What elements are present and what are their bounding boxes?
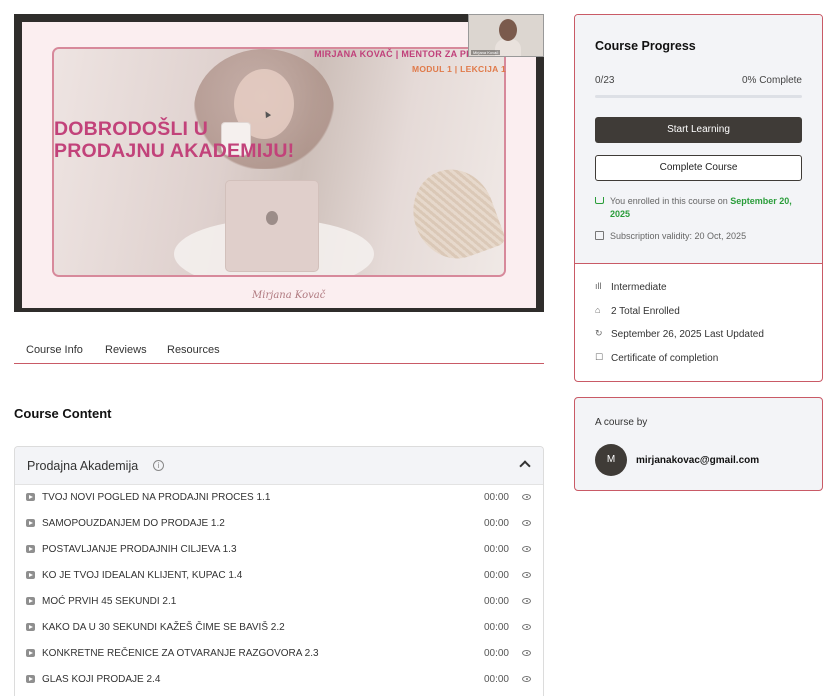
- lesson-row[interactable]: KAKO DA U 30 SEKUNDI KAŽEŠ ČIME SE BAVIŠ…: [15, 615, 543, 641]
- meta-updated: ↻ September 26, 2025 Last Updated: [595, 328, 764, 341]
- tab-course-info[interactable]: Course Info: [26, 344, 83, 361]
- start-learning-button[interactable]: Start Learning: [595, 117, 802, 143]
- meta-enrolled: ⌂ 2 Total Enrolled: [595, 305, 680, 318]
- meta-enrolled-text: 2 Total Enrolled: [611, 306, 680, 317]
- complete-course-button[interactable]: Complete Course: [595, 155, 802, 181]
- meta-level-text: Intermediate: [611, 282, 667, 293]
- eye-icon[interactable]: [522, 650, 531, 656]
- topic-title: Prodajna Akademija: [27, 459, 139, 473]
- meta-updated-text: September 26, 2025 Last Updated: [611, 329, 764, 340]
- slide-heading: DOBRODOŠLI U PRODAJNU AKADEMIJU!: [54, 118, 295, 162]
- course-tabs: Course Info Reviews Resources: [14, 338, 544, 364]
- subscription-validity: Subscription validity: 20 Oct, 2025: [595, 231, 746, 241]
- tab-reviews[interactable]: Reviews: [105, 344, 147, 356]
- refresh-icon: ↻: [595, 328, 603, 338]
- slide-photo: [52, 47, 506, 277]
- lesson-duration: 00:00: [483, 518, 509, 529]
- lesson-title[interactable]: TVOJ NOVI POGLED NA PRODAJNI PROCES 1.1: [42, 492, 270, 503]
- eye-icon[interactable]: [522, 494, 531, 500]
- eye-icon[interactable]: [522, 676, 531, 682]
- video-play-icon: [26, 519, 35, 527]
- lesson-row[interactable]: KO JE TVOJ IDEALAN KLIJENT, KUPAC 1.4 00:…: [15, 563, 543, 589]
- lesson-row[interactable]: MOĆ PRVIH 45 SEKUNDI 2.1 00:00: [15, 589, 543, 615]
- author-card: A course by M mirjanakovac@gmail.com: [574, 397, 823, 491]
- calendar-icon: [595, 231, 604, 240]
- info-icon[interactable]: i: [153, 460, 164, 471]
- video-player[interactable]: MIRJANA KOVAČ | MENTOR ZA PRODAJU MODUL …: [14, 14, 544, 312]
- lesson-list: TVOJ NOVI POGLED NA PRODAJNI PROCES 1.1 0…: [15, 485, 543, 693]
- enrollment-info: You enrolled in this course on September…: [595, 195, 805, 221]
- video-play-icon: [26, 675, 35, 683]
- lesson-row[interactable]: GLAS KOJI PRODAJE 2.4 00:00: [15, 667, 543, 693]
- eye-icon[interactable]: [522, 572, 531, 578]
- slide-signature: Mirjana Kovač: [252, 290, 326, 301]
- video-slide: MIRJANA KOVAČ | MENTOR ZA PRODAJU MODUL …: [22, 22, 536, 308]
- lesson-duration: 00:00: [483, 544, 509, 555]
- lesson-title[interactable]: KO JE TVOJ IDEALAN KLIJENT, KUPAC 1.4: [42, 570, 242, 581]
- tab-resources[interactable]: Resources: [167, 344, 220, 356]
- lesson-title[interactable]: POSTAVLJANJE PRODAJNIH CILJEVA 1.3: [42, 544, 237, 555]
- eye-icon[interactable]: [522, 598, 531, 604]
- video-play-icon: [26, 571, 35, 579]
- lesson-row[interactable]: SAMOPOUZDANJEM DO PRODAJE 1.2 00:00: [15, 511, 543, 537]
- course-progress-card: Course Progress 0/23 0% Complete Start L…: [574, 14, 823, 382]
- lesson-duration: 00:00: [483, 674, 509, 685]
- level-bars-icon: ıll: [595, 281, 602, 291]
- lesson-duration: 00:00: [483, 570, 509, 581]
- eye-icon[interactable]: [522, 520, 531, 526]
- lesson-title[interactable]: KAKO DA U 30 SEKUNDI KAŽEŠ ČIME SE BAVIŠ…: [42, 622, 285, 633]
- video-play-icon: [26, 597, 35, 605]
- eye-icon[interactable]: [522, 546, 531, 552]
- topic-accordion: Prodajna Akademija i TVOJ NOVI POGLED NA…: [14, 446, 544, 696]
- meta-level: ıll Intermediate: [595, 281, 667, 294]
- author-email[interactable]: mirjanakovac@gmail.com: [636, 455, 759, 466]
- progress-bar: [595, 95, 802, 98]
- graduation-cap-icon: ⌂: [595, 305, 601, 315]
- video-play-icon: [26, 493, 35, 501]
- video-play-icon: [26, 545, 35, 553]
- chevron-up-icon[interactable]: [519, 460, 531, 472]
- slide-module-line: MODUL 1 | LEKCIJA 1: [411, 64, 506, 74]
- course-progress-title: Course Progress: [595, 39, 696, 53]
- lesson-title[interactable]: MOĆ PRVIH 45 SEKUNDI 2.1: [42, 596, 176, 607]
- topic-header[interactable]: Prodajna Akademija i: [15, 447, 543, 485]
- meta-certificate: ☐ Certificate of completion: [595, 352, 719, 365]
- avatar[interactable]: M: [595, 444, 627, 476]
- course-content-heading: Course Content: [14, 406, 112, 421]
- lesson-title[interactable]: GLAS KOJI PRODAJE 2.4: [42, 674, 160, 685]
- cart-icon: [595, 197, 604, 204]
- lesson-row[interactable]: KONKRETNE REČENICE ZA OTVARANJE RAZGOVOR…: [15, 641, 543, 667]
- lesson-row[interactable]: POSTAVLJANJE PRODAJNIH CILJEVA 1.3 00:00: [15, 537, 543, 563]
- meta-certificate-text: Certificate of completion: [611, 353, 719, 364]
- lesson-duration: 00:00: [483, 648, 509, 659]
- author-label: A course by: [595, 417, 648, 428]
- video-play-icon: [26, 649, 35, 657]
- lesson-title[interactable]: SAMOPOUZDANJEM DO PRODAJE 1.2: [42, 518, 225, 529]
- lesson-duration: 00:00: [483, 492, 509, 503]
- presenter-webcam: Mirjana Kovač: [468, 14, 544, 57]
- enrolled-text: You enrolled in this course on: [610, 196, 728, 206]
- lesson-row[interactable]: TVOJ NOVI POGLED NA PRODAJNI PROCES 1.1 0…: [15, 485, 543, 511]
- lesson-duration: 00:00: [483, 622, 509, 633]
- progress-count: 0/23: [595, 75, 615, 86]
- certificate-icon: ☐: [595, 352, 604, 362]
- lesson-title[interactable]: KONKRETNE REČENICE ZA OTVARANJE RAZGOVOR…: [42, 648, 319, 659]
- validity-text: Subscription validity: 20 Oct, 2025: [610, 231, 747, 241]
- video-play-icon: [26, 623, 35, 631]
- eye-icon[interactable]: [522, 624, 531, 630]
- lesson-duration: 00:00: [483, 596, 509, 607]
- progress-percent: 0% Complete: [741, 75, 802, 86]
- presenter-name: Mirjana Kovač: [471, 50, 501, 55]
